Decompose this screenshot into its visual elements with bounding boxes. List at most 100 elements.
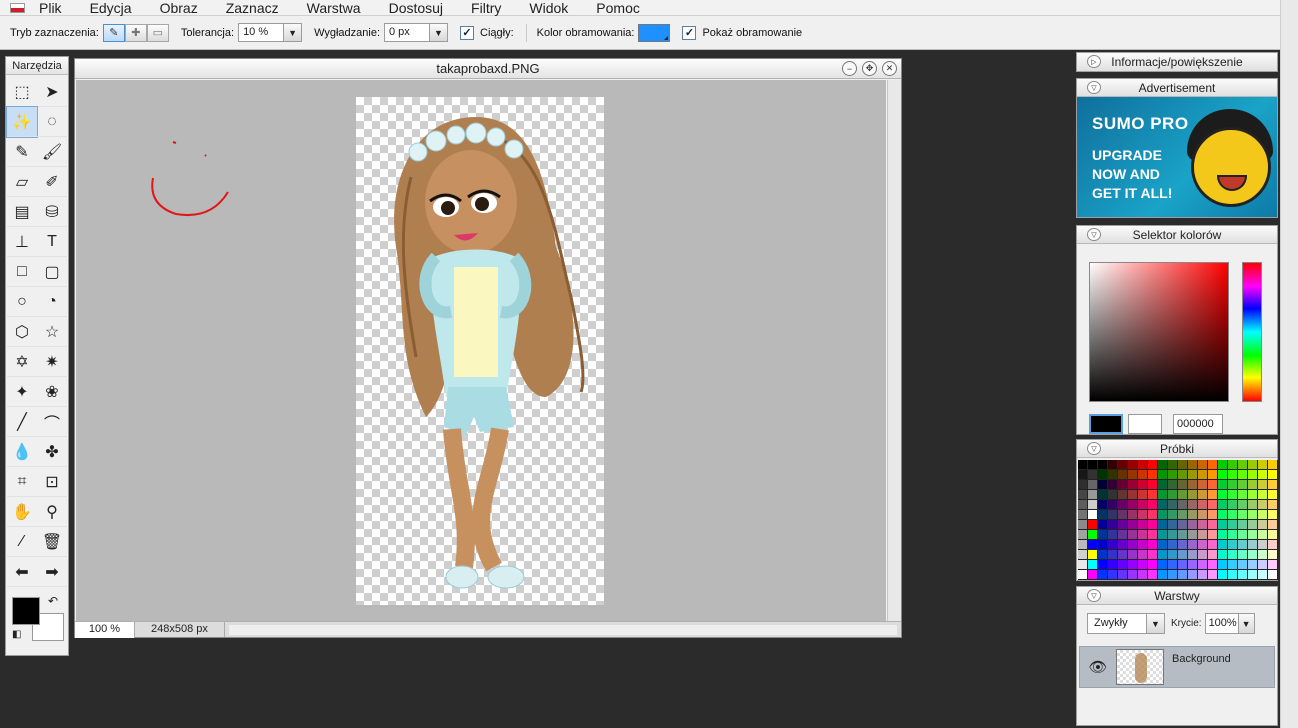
color-swatch[interactable] xyxy=(1078,510,1088,520)
ellipse-icon[interactable]: ○ xyxy=(7,287,37,317)
color-swatch[interactable] xyxy=(1168,480,1178,490)
color-swatch[interactable] xyxy=(1108,560,1118,570)
color-swatch[interactable] xyxy=(1168,560,1178,570)
collapse-icon[interactable]: ▽ xyxy=(1087,589,1101,602)
color-swatch[interactable] xyxy=(1258,540,1268,550)
blend-mode-select[interactable]: Zwykły ▼ xyxy=(1087,613,1165,634)
color-swatch[interactable] xyxy=(1138,470,1148,480)
color-swatch[interactable] xyxy=(1108,570,1118,580)
color-swatch[interactable] xyxy=(1108,500,1118,510)
color-swatch[interactable] xyxy=(1138,570,1148,580)
color-swatch[interactable] xyxy=(1118,510,1128,520)
color-swatch[interactable] xyxy=(1128,560,1138,570)
color-swatch[interactable] xyxy=(1128,540,1138,550)
color-swatch[interactable] xyxy=(1148,470,1158,480)
color-swatch[interactable] xyxy=(1138,480,1148,490)
color-swatch[interactable] xyxy=(1258,490,1268,500)
color-swatch[interactable] xyxy=(1148,460,1158,470)
color-swatch[interactable] xyxy=(1198,510,1208,520)
color-swatch[interactable] xyxy=(1158,540,1168,550)
color-swatch[interactable] xyxy=(1088,540,1098,550)
color-swatch[interactable] xyxy=(1128,480,1138,490)
color-swatch[interactable] xyxy=(1148,500,1158,510)
color-swatch[interactable] xyxy=(1198,540,1208,550)
language-flag-icon[interactable] xyxy=(10,2,25,13)
color-swatch[interactable] xyxy=(1248,460,1258,470)
color-swatch[interactable] xyxy=(1268,550,1278,560)
color-swatch[interactable] xyxy=(1088,510,1098,520)
gradient-icon[interactable]: ▤ xyxy=(7,197,37,227)
color-swatch[interactable] xyxy=(1238,470,1248,480)
color-swatch[interactable] xyxy=(1258,510,1268,520)
color-swatch[interactable] xyxy=(1268,500,1278,510)
color-swatch[interactable] xyxy=(1198,490,1208,500)
zoom-level-input[interactable]: 100 % xyxy=(75,621,135,638)
crop-icon[interactable]: ⌗ xyxy=(7,467,37,497)
swatches-panel-header[interactable]: ▽ Próbki xyxy=(1077,440,1277,458)
color-swatch[interactable] xyxy=(1238,510,1248,520)
foreground-color-swatch[interactable] xyxy=(12,597,40,625)
color-swatch[interactable] xyxy=(1168,500,1178,510)
color-swatch[interactable] xyxy=(1078,540,1088,550)
smoothing-combo[interactable]: 0 px ▼ xyxy=(384,23,448,42)
star-icon[interactable]: ☆ xyxy=(37,317,67,347)
color-swatch[interactable] xyxy=(1098,480,1108,490)
color-swatch[interactable] xyxy=(1188,490,1198,500)
menu-warstwa[interactable]: Warstwa xyxy=(307,1,361,15)
color-swatch[interactable] xyxy=(1208,470,1218,480)
color-swatch[interactable] xyxy=(1128,490,1138,500)
fill-bucket-icon[interactable]: ⛁ xyxy=(37,197,67,227)
color-swatch[interactable] xyxy=(1248,510,1258,520)
color-swatch[interactable] xyxy=(1198,520,1208,530)
color-swatch[interactable] xyxy=(1218,570,1228,580)
color-swatch[interactable] xyxy=(1238,490,1248,500)
color-swatch[interactable] xyxy=(1158,570,1168,580)
color-swatch[interactable] xyxy=(1108,490,1118,500)
color-swatch[interactable] xyxy=(1268,570,1278,580)
color-swatch[interactable] xyxy=(1108,480,1118,490)
color-swatch[interactable] xyxy=(1248,540,1258,550)
page-scrollbar[interactable] xyxy=(1280,0,1298,728)
color-swatch[interactable] xyxy=(1188,520,1198,530)
color-swatch[interactable] xyxy=(1148,520,1158,530)
color-swatch[interactable] xyxy=(1218,560,1228,570)
color-swatch[interactable] xyxy=(1148,560,1158,570)
color-swatch[interactable] xyxy=(1118,550,1128,560)
close-icon[interactable]: ✕ xyxy=(882,61,897,76)
menu-filtry[interactable]: Filtry xyxy=(471,1,501,15)
saturation-value-field[interactable] xyxy=(1089,262,1229,402)
color-swatch[interactable] xyxy=(1098,470,1108,480)
color-swatch[interactable] xyxy=(1238,570,1248,580)
color-swatch[interactable] xyxy=(1168,550,1178,560)
color-swatch[interactable] xyxy=(1238,500,1248,510)
color-swatch[interactable] xyxy=(1138,500,1148,510)
eye-icon[interactable]: 👁 xyxy=(1080,658,1116,676)
color-swatch[interactable] xyxy=(1178,510,1188,520)
color-swatch[interactable] xyxy=(1228,500,1238,510)
color-swatch[interactable] xyxy=(1218,550,1228,560)
flower-icon[interactable]: ❀ xyxy=(37,377,67,407)
opacity-input[interactable]: 100% xyxy=(1204,613,1239,634)
color-swatch[interactable] xyxy=(1078,570,1088,580)
color-swatch[interactable] xyxy=(1158,480,1168,490)
color-swatch[interactable] xyxy=(1228,490,1238,500)
color-swatch[interactable] xyxy=(1168,570,1178,580)
color-swatch[interactable] xyxy=(1268,560,1278,570)
color-swatch[interactable] xyxy=(1228,550,1238,560)
color-swatch[interactable] xyxy=(1158,490,1168,500)
color-swatch[interactable] xyxy=(1248,530,1258,540)
current-color-swatch[interactable] xyxy=(1089,414,1123,434)
color-swatch[interactable] xyxy=(1248,560,1258,570)
color-swatch[interactable] xyxy=(1158,510,1168,520)
color-swatch[interactable] xyxy=(1138,520,1148,530)
color-swatch[interactable] xyxy=(1238,550,1248,560)
color-swatch[interactable] xyxy=(1118,540,1128,550)
color-swatch[interactable] xyxy=(1158,520,1168,530)
color-swatch[interactable] xyxy=(1188,530,1198,540)
menu-zaznacz[interactable]: Zaznacz xyxy=(226,1,279,15)
mode-add-button[interactable]: ✚ xyxy=(124,23,147,42)
color-swatch[interactable] xyxy=(1138,540,1148,550)
color-swatch[interactable] xyxy=(1148,480,1158,490)
type-icon[interactable]: T xyxy=(37,227,67,257)
color-swatch[interactable] xyxy=(1118,470,1128,480)
